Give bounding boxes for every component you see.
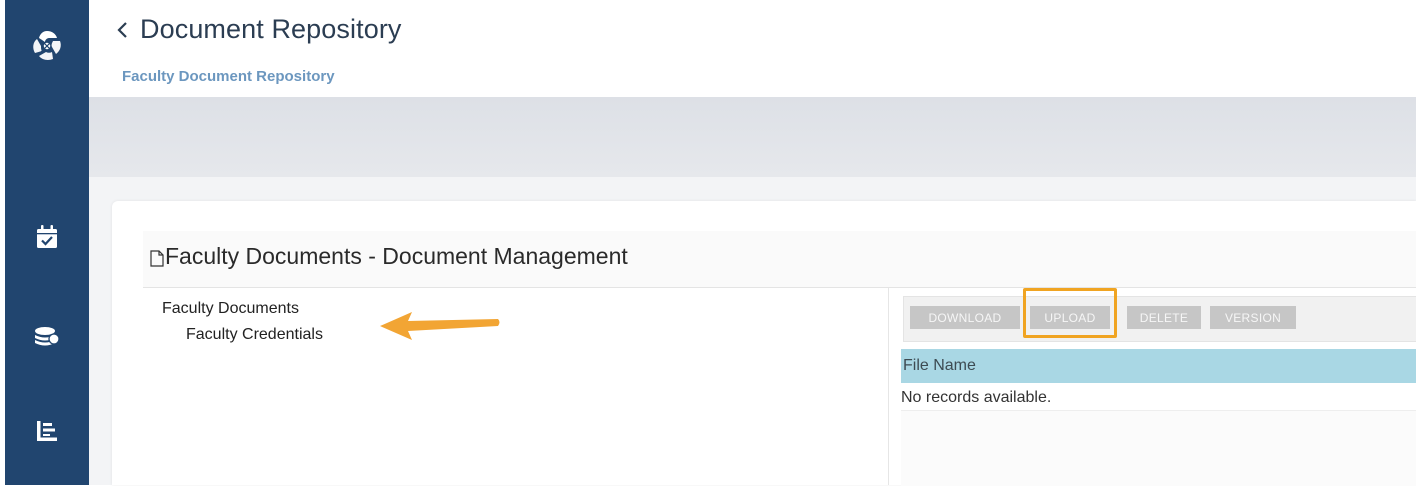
header-band <box>89 97 1416 177</box>
chevron-left-icon <box>117 22 127 38</box>
empty-state-message: No records available. <box>901 389 1052 406</box>
page-title: Document Repository <box>140 14 402 44</box>
version-button[interactable]: VERSION <box>1210 306 1296 329</box>
delete-button[interactable]: DELETE <box>1127 306 1201 329</box>
coins-icon[interactable] <box>34 326 60 348</box>
back-button[interactable] <box>111 12 133 48</box>
grid-header <box>901 349 1416 383</box>
download-button[interactable]: DOWNLOAD <box>910 306 1020 329</box>
document-icon <box>150 250 164 272</box>
nav-rail <box>5 0 89 485</box>
tree-node-faculty-documents[interactable]: Faculty Documents <box>162 300 299 318</box>
upload-button[interactable]: UPLOAD <box>1030 306 1110 329</box>
app-logo-icon[interactable] <box>29 28 65 64</box>
column-header-file-name[interactable]: File Name <box>903 357 976 375</box>
chart-list-icon[interactable] <box>37 421 57 441</box>
breadcrumb[interactable]: Faculty Document Repository <box>122 68 335 85</box>
tree-node-faculty-credentials[interactable]: Faculty Credentials <box>186 326 323 344</box>
panel-title: Faculty Documents - Document Management <box>165 243 628 269</box>
calendar-check-icon[interactable] <box>36 225 58 249</box>
grid-body <box>901 410 1416 486</box>
arrow-left-icon <box>378 309 502 348</box>
